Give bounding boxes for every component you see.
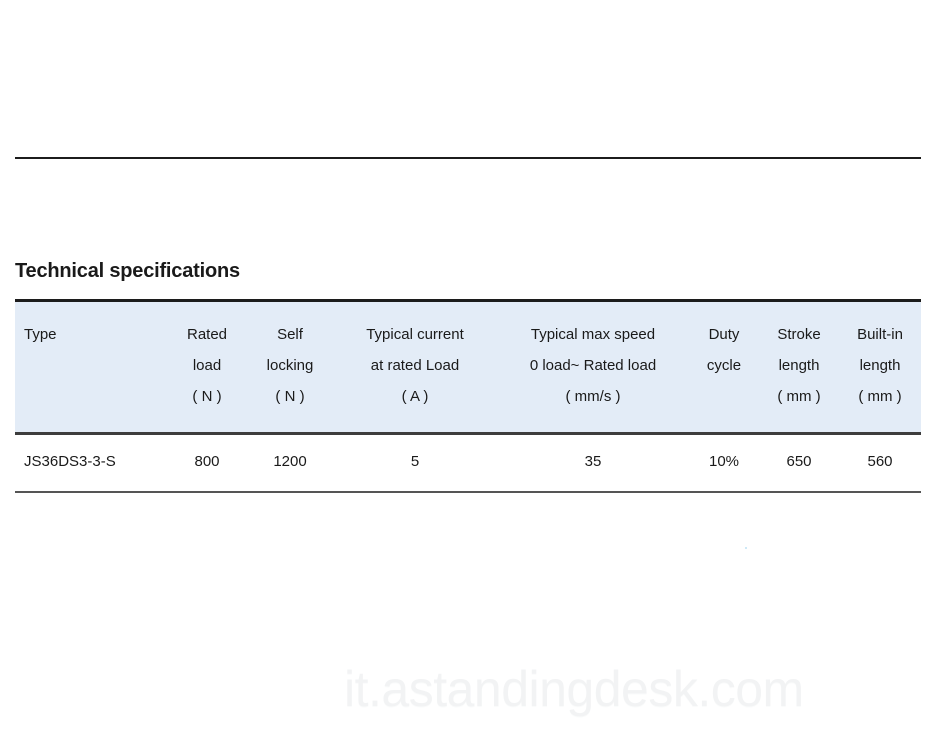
top-divider-rule [15,157,921,159]
page-title: Technical specifications [15,260,240,282]
column-header-builtin-length-unit: ( mm ) [858,387,902,405]
column-header-typical-current: Typical current at rated Load ( A ) [333,298,497,436]
column-header-duty-cycle-line2: cycle [706,356,742,374]
column-header-duty-cycle: Duty cycle [689,298,759,436]
column-header-typical-current-line1: Typical current [366,326,464,343]
column-header-typical-max-speed-line2: 0 load~ Rated load [529,356,657,374]
cell-self-locking: 1200 [247,433,333,494]
column-header-typical-current-unit: ( A ) [401,387,429,405]
column-header-self-locking-unit: ( N ) [275,387,305,405]
column-header-type: Type [15,298,167,436]
column-header-stroke-length-line2: length [778,356,820,374]
column-header-typical-current-line2: at rated Load [370,356,460,374]
column-header-stroke-length-unit: ( mm ) [777,387,821,405]
column-header-stroke-length: Stroke length ( mm ) [759,298,839,436]
cell-builtin-length: 560 [839,433,921,494]
column-header-self-locking-line1: Self [277,326,303,343]
column-header-builtin-length: Built-in length ( mm ) [839,298,921,436]
table-row: JS36DS3-3-S 800 1200 5 35 10% 650 560 [15,433,921,494]
column-header-self-locking: Self locking ( N ) [247,298,333,436]
column-header-self-locking-line2: locking [266,356,314,374]
site-watermark: it.astandingdesk.com [344,661,804,717]
column-header-stroke-length-line1: Stroke [777,326,821,343]
image-artifact-speck [745,547,747,549]
column-header-rated-load: Rated load ( N ) [167,298,247,436]
table-header: Type Rated load ( N ) Self locking ( N )… [15,298,921,436]
table-body: JS36DS3-3-S 800 1200 5 35 10% 650 560 [15,433,921,494]
cell-rated-load: 800 [167,433,247,494]
column-header-type-line1: Type [24,326,57,343]
table-header-row: Type Rated load ( N ) Self locking ( N )… [15,298,921,436]
column-header-rated-load-line2: load [192,356,222,374]
cell-typical-max-speed: 35 [497,433,689,494]
column-header-rated-load-unit: ( N ) [192,387,222,405]
column-header-typical-max-speed-line1: Typical max speed [530,326,656,343]
technical-specifications-table: Type Rated load ( N ) Self locking ( N )… [15,298,921,494]
column-header-builtin-length-line1: Built-in [857,326,903,343]
column-header-rated-load-line1: Rated [186,326,228,343]
column-header-duty-cycle-line1: Duty [708,326,740,343]
column-header-typical-max-speed-unit: ( mm/s ) [565,387,621,405]
spec-table: Type Rated load ( N ) Self locking ( N )… [15,298,921,494]
cell-stroke-length: 650 [759,433,839,494]
column-header-builtin-length-line2: length [859,356,901,374]
cell-type: JS36DS3-3-S [15,433,167,494]
document-page: Technical specifications Type Rated load… [0,0,929,735]
cell-typical-current: 5 [333,433,497,494]
cell-duty-cycle: 10% [689,433,759,494]
column-header-typical-max-speed: Typical max speed 0 load~ Rated load ( m… [497,298,689,436]
